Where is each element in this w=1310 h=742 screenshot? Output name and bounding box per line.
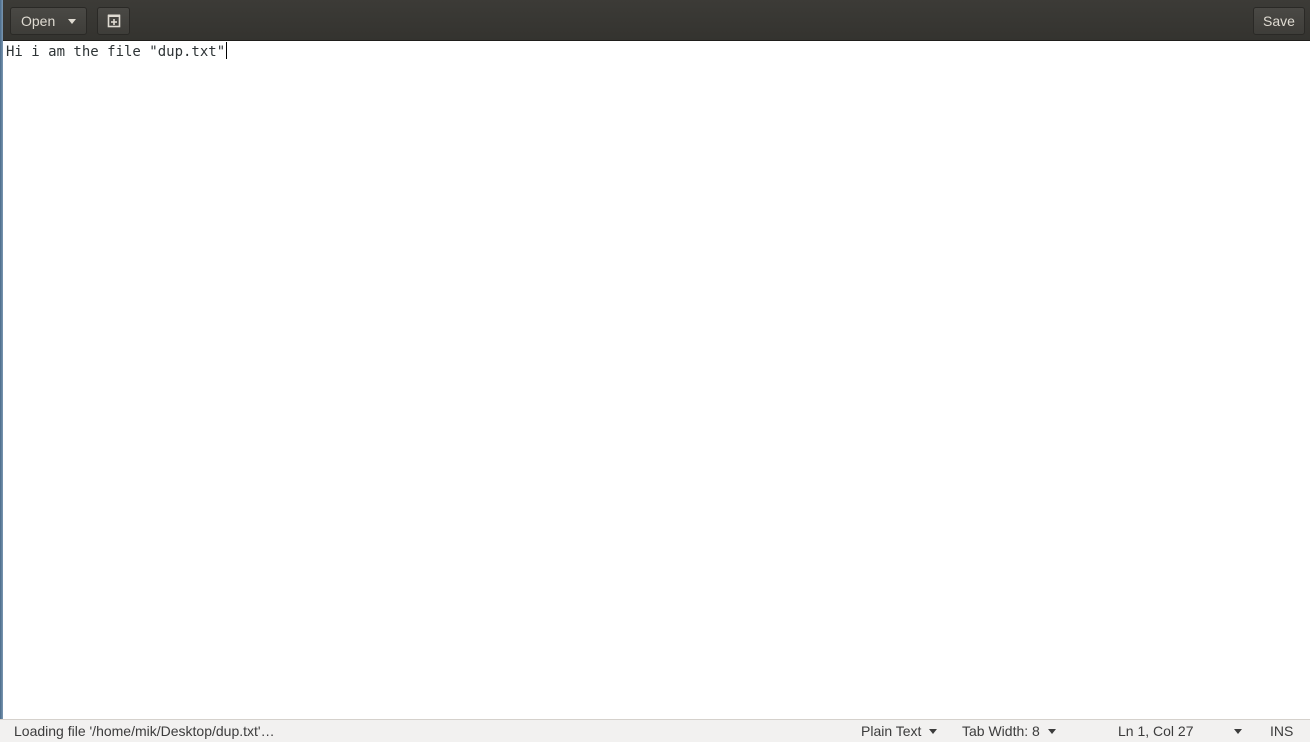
cursor-position-label: Ln 1, Col 27 <box>1118 723 1194 739</box>
text-editor-window: Open Save Hi i am the file "dup.txt" Loa… <box>0 0 1310 742</box>
save-button-label: Save <box>1263 13 1295 29</box>
insert-mode-label: INS <box>1270 723 1294 739</box>
new-document-button[interactable] <box>97 7 130 35</box>
chevron-down-icon <box>1047 728 1056 734</box>
cursor-position-selector[interactable]: Ln 1, Col 27 <box>1118 723 1242 739</box>
text-editor-area[interactable]: Hi i am the file "dup.txt" <box>3 41 1310 719</box>
language-label: Plain Text <box>861 723 922 739</box>
status-message: Loading file '/home/mik/Desktop/dup.txt'… <box>14 723 275 739</box>
chevron-down-icon <box>929 728 938 734</box>
statusbar: Loading file '/home/mik/Desktop/dup.txt'… <box>0 719 1310 742</box>
insert-mode-indicator[interactable]: INS <box>1270 723 1293 739</box>
headerbar: Open Save <box>0 0 1310 41</box>
editor-line-1[interactable]: Hi i am the file "dup.txt" <box>6 42 228 61</box>
save-button[interactable]: Save <box>1253 7 1305 35</box>
open-button-label: Open <box>21 13 56 29</box>
language-selector[interactable]: Plain Text <box>861 723 938 739</box>
tab-width-selector[interactable]: Tab Width: 8 <box>962 723 1056 739</box>
open-button[interactable]: Open <box>10 7 87 35</box>
new-document-icon <box>107 14 120 28</box>
text-cursor <box>226 42 228 59</box>
chevron-down-icon <box>1233 728 1242 734</box>
editor-line-text: Hi i am the file "dup.txt" <box>6 44 226 60</box>
tab-width-label: Tab Width: 8 <box>962 723 1040 739</box>
chevron-down-icon <box>68 19 76 24</box>
